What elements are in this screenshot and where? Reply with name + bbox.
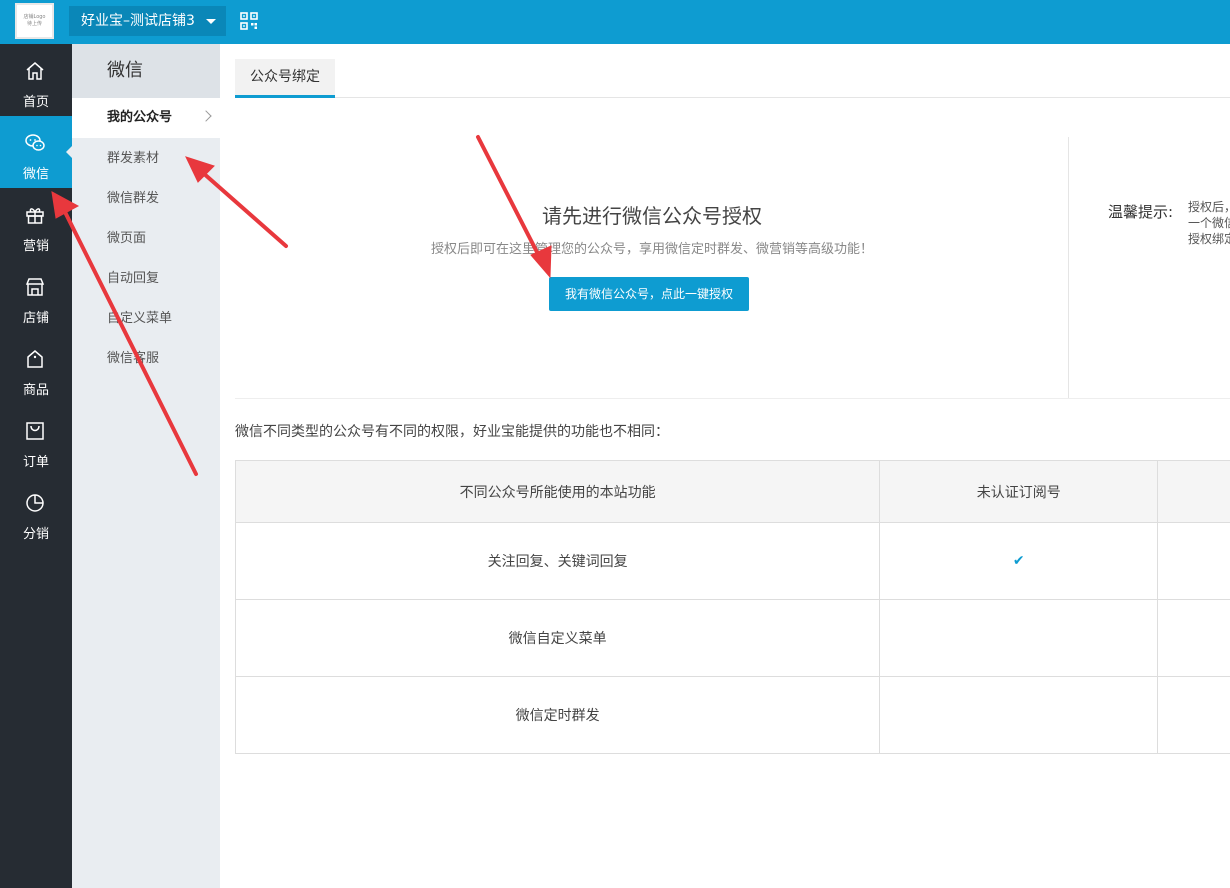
divider-horizontal [235, 398, 1230, 399]
table-header: 不同公众号所能使用的本站功能 [234, 460, 881, 523]
bag-icon [27, 350, 43, 368]
divider-vertical [1068, 137, 1069, 399]
nav-label: 订单 [22, 455, 49, 470]
logo-text-line2: 待上传 [26, 21, 42, 27]
top-bar: 店铺Logo 待上传 好业宝–测试店铺3 [0, 0, 1230, 44]
nav-label: 营销 [22, 239, 49, 254]
nav-label: 分销 [22, 527, 49, 542]
table-header-row: 不同公众号所能使用的本站功能 未认证订阅号 [234, 460, 1230, 523]
authorization-panel: 请先进行微信公众号授权 授权后即可在这里管理您的公众号，享用微信定时群发、微营销… [235, 137, 1069, 399]
intro-text: 微信不同类型的公众号有不同的权限，好业宝能提供的功能也不相同： [235, 424, 669, 440]
tip-line: 授权绑定 [1188, 232, 1230, 246]
nav-item-store[interactable]: 店铺 [0, 260, 72, 332]
subnav-label: 我的公众号 [107, 110, 173, 125]
home-icon [26, 62, 44, 80]
nav-label: 微信 [22, 167, 49, 182]
table-row: 微信自定义菜单 [234, 599, 1230, 677]
caret-down-icon [206, 19, 216, 24]
nav-label: 首页 [22, 95, 49, 110]
subnav-label: 微信客服 [107, 351, 160, 366]
tab-account-binding[interactable]: 公众号绑定 [235, 59, 335, 98]
auth-subtitle: 授权后即可在这里管理您的公众号，享用微信定时群发、微营销等高级功能！ [430, 242, 873, 257]
main-sidebar: 首页 微信 营销 店铺 商品 订单 分销 [0, 44, 72, 888]
subnav-item-materials[interactable]: 群发素材 [72, 139, 220, 179]
authorize-button[interactable]: 我有微信公众号，点此一键授权 [549, 277, 749, 311]
chevron-right-icon [200, 110, 212, 122]
table-row: 关注回复、关键词回复 ✔ [234, 522, 1230, 600]
subnav-item-broadcast[interactable]: 微信群发 [72, 179, 220, 219]
subnav-label: 微页面 [107, 231, 147, 246]
subnav-label: 自动回复 [107, 271, 160, 286]
table-cell: ✔ [879, 522, 1159, 600]
subnav-label: 自定义菜单 [107, 311, 173, 326]
subnav-item-customer-service[interactable]: 微信客服 [72, 339, 220, 379]
subnav-label: 群发素材 [107, 151, 160, 166]
feature-table: 不同公众号所能使用的本站功能 未认证订阅号 关注回复、关键词回复 ✔ 微信自定义… [234, 460, 1230, 754]
wechat-icon [25, 134, 45, 151]
nav-item-distribution[interactable]: 分销 [0, 476, 72, 548]
nav-item-wechat[interactable]: 微信 [0, 116, 72, 188]
logo-text-line1: 店铺Logo [23, 14, 46, 20]
table-cell: 微信定时群发 [234, 676, 881, 754]
tip-line: 一个微信 [1188, 216, 1230, 230]
table-cell [1157, 599, 1230, 677]
tip-line: 授权后， [1188, 200, 1230, 214]
tab-bar: 公众号绑定 [235, 59, 1230, 98]
table-cell: 关注回复、关键词回复 [234, 522, 881, 600]
store-logo[interactable]: 店铺Logo 待上传 [15, 3, 54, 39]
table-row: 微信定时群发 [234, 676, 1230, 754]
tip-text: 授权后， 一个微信 授权绑定 [1188, 199, 1230, 247]
sub-sidebar: 微信 我的公众号 群发素材 微信群发 微页面 自动回复 自定义菜单 微信客服 [72, 44, 220, 888]
nav-item-home[interactable]: 首页 [0, 44, 72, 116]
nav-item-products[interactable]: 商品 [0, 332, 72, 404]
tip-label: 温馨提示: [1108, 203, 1174, 221]
subnav-item-custom-menu[interactable]: 自定义菜单 [72, 299, 220, 339]
table-cell [1157, 522, 1230, 600]
nav-label: 店铺 [22, 311, 49, 326]
nav-label: 商品 [22, 383, 49, 398]
store-name: 好业宝–测试店铺3 [81, 13, 195, 29]
table-cell: 微信自定义菜单 [234, 599, 881, 677]
nav-item-orders[interactable]: 订单 [0, 404, 72, 476]
qrcode-icon[interactable] [240, 12, 258, 30]
store-icon [25, 278, 45, 296]
table-header: 未认证订阅号 [879, 460, 1159, 523]
table-cell [879, 676, 1159, 754]
subnav-item-micro-page[interactable]: 微页面 [72, 219, 220, 259]
subnav-label: 微信群发 [107, 191, 160, 206]
check-icon: ✔ [1012, 553, 1025, 569]
subnav-item-my-account[interactable]: 我的公众号 [72, 98, 220, 138]
subnav-title: 微信 [72, 44, 220, 98]
auth-title: 请先进行微信公众号授权 [542, 204, 762, 228]
table-cell [879, 599, 1159, 677]
table-header [1157, 460, 1230, 523]
subnav-item-auto-reply[interactable]: 自动回复 [72, 259, 220, 299]
table-cell [1157, 676, 1230, 754]
store-switcher[interactable]: 好业宝–测试店铺3 [69, 6, 226, 36]
cart-icon [26, 422, 44, 440]
pie-chart-icon [26, 494, 44, 512]
gift-icon [26, 208, 44, 224]
nav-item-marketing[interactable]: 营销 [0, 188, 72, 260]
